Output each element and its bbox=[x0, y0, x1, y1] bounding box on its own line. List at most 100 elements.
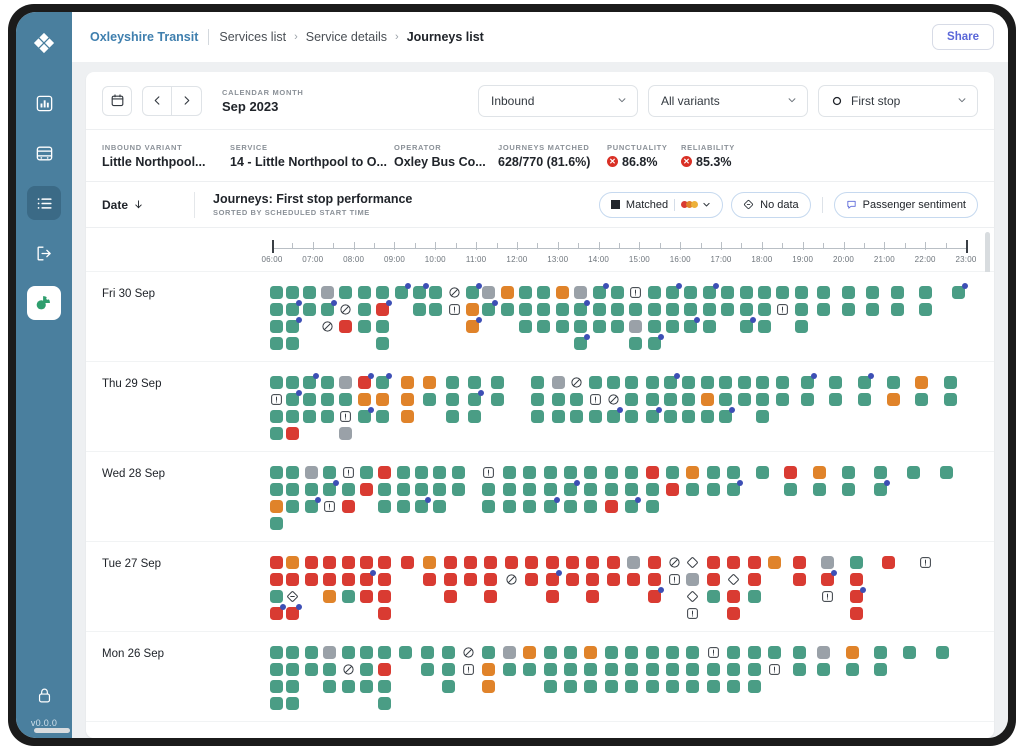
journey-marker[interactable] bbox=[625, 466, 639, 479]
journey-marker[interactable] bbox=[821, 556, 835, 569]
alert-square-icon[interactable] bbox=[323, 500, 336, 513]
journey-marker[interactable] bbox=[398, 646, 412, 659]
journey-marker[interactable] bbox=[482, 500, 496, 513]
journey-marker[interactable] bbox=[286, 390, 303, 406]
journey-marker[interactable] bbox=[551, 393, 565, 406]
no-data-circle-slash-icon[interactable] bbox=[339, 303, 352, 316]
journey-marker[interactable] bbox=[686, 573, 700, 586]
journey-marker[interactable] bbox=[684, 286, 698, 299]
journey-marker[interactable] bbox=[270, 646, 284, 659]
journey-marker[interactable] bbox=[423, 556, 437, 569]
app-logo-icon[interactable] bbox=[27, 26, 61, 60]
journey-marker[interactable] bbox=[482, 663, 496, 676]
no-data-diamond-icon[interactable] bbox=[686, 590, 699, 603]
journey-marker[interactable] bbox=[270, 376, 284, 389]
journey-marker[interactable] bbox=[645, 500, 659, 513]
journey-marker[interactable] bbox=[584, 646, 598, 659]
alert-square-icon[interactable] bbox=[462, 663, 475, 676]
no-data-circle-slash-icon[interactable] bbox=[321, 320, 334, 333]
journey-marker[interactable] bbox=[727, 556, 741, 569]
journey-marker[interactable] bbox=[719, 393, 733, 406]
journey-marker[interactable] bbox=[747, 573, 761, 586]
journey-marker[interactable] bbox=[376, 337, 390, 350]
journey-marker[interactable] bbox=[682, 410, 696, 423]
journey-marker[interactable] bbox=[574, 334, 591, 350]
no-data-circle-slash-icon[interactable] bbox=[570, 376, 583, 389]
journey-marker[interactable] bbox=[943, 393, 957, 406]
journey-marker[interactable] bbox=[666, 680, 680, 693]
journey-marker[interactable] bbox=[523, 483, 537, 496]
journey-marker[interactable] bbox=[874, 480, 891, 496]
journey-marker[interactable] bbox=[935, 646, 949, 659]
journey-marker[interactable] bbox=[737, 393, 751, 406]
journey-marker[interactable] bbox=[443, 590, 457, 603]
journey-marker[interactable] bbox=[666, 283, 683, 299]
journey-marker[interactable] bbox=[768, 646, 782, 659]
journey-marker[interactable] bbox=[400, 393, 414, 406]
journey-marker[interactable] bbox=[574, 286, 588, 299]
no-data-filter-pill[interactable]: No data bbox=[731, 191, 811, 218]
journey-marker[interactable] bbox=[792, 663, 806, 676]
journey-marker[interactable] bbox=[604, 500, 618, 513]
journey-marker[interactable] bbox=[270, 590, 284, 603]
journey-marker[interactable] bbox=[706, 573, 720, 586]
journey-marker[interactable] bbox=[519, 286, 533, 299]
journey-marker[interactable] bbox=[551, 376, 565, 389]
journey-marker[interactable] bbox=[270, 320, 284, 333]
no-data-circle-slash-icon[interactable] bbox=[342, 663, 355, 676]
journey-marker[interactable] bbox=[584, 663, 598, 676]
journey-marker[interactable] bbox=[341, 573, 355, 586]
journey-marker[interactable] bbox=[747, 646, 761, 659]
journey-marker[interactable] bbox=[625, 393, 639, 406]
journey-marker[interactable] bbox=[813, 466, 827, 479]
journey-marker[interactable] bbox=[359, 483, 373, 496]
journey-marker[interactable] bbox=[874, 646, 888, 659]
journey-marker[interactable] bbox=[504, 556, 518, 569]
journey-marker[interactable] bbox=[792, 556, 806, 569]
journey-marker[interactable] bbox=[412, 303, 426, 316]
journey-marker[interactable] bbox=[645, 663, 659, 676]
alert-square-icon[interactable] bbox=[821, 590, 834, 603]
journey-marker[interactable] bbox=[604, 646, 618, 659]
journey-marker[interactable] bbox=[755, 393, 769, 406]
calendar-icon[interactable] bbox=[102, 85, 132, 116]
journey-marker[interactable] bbox=[768, 556, 782, 569]
journey-marker[interactable] bbox=[574, 300, 591, 316]
journey-marker[interactable] bbox=[376, 320, 390, 333]
journey-marker[interactable] bbox=[545, 570, 562, 586]
alert-square-icon[interactable] bbox=[668, 573, 681, 586]
journey-marker[interactable] bbox=[502, 500, 516, 513]
journey-marker[interactable] bbox=[943, 376, 957, 389]
journey-marker[interactable] bbox=[531, 393, 545, 406]
journey-marker[interactable] bbox=[645, 407, 662, 423]
journey-marker[interactable] bbox=[606, 376, 620, 389]
journey-marker[interactable] bbox=[845, 663, 859, 676]
journey-marker[interactable] bbox=[270, 410, 284, 423]
journey-marker[interactable] bbox=[647, 556, 661, 569]
journey-marker[interactable] bbox=[359, 646, 373, 659]
journey-marker[interactable] bbox=[302, 286, 316, 299]
journey-marker[interactable] bbox=[270, 517, 284, 530]
journey-marker[interactable] bbox=[645, 483, 659, 496]
journey-marker[interactable] bbox=[270, 303, 284, 316]
journey-marker[interactable] bbox=[794, 303, 808, 316]
variants-select[interactable]: All variants bbox=[648, 84, 808, 117]
journey-marker[interactable] bbox=[647, 303, 661, 316]
journey-marker[interactable] bbox=[794, 286, 808, 299]
journey-marker[interactable] bbox=[468, 376, 482, 389]
journey-marker[interactable] bbox=[629, 303, 643, 316]
journey-marker[interactable] bbox=[874, 663, 888, 676]
journey-marker[interactable] bbox=[682, 376, 696, 389]
journey-marker[interactable] bbox=[286, 573, 300, 586]
journey-marker[interactable] bbox=[270, 500, 284, 513]
journey-marker[interactable] bbox=[666, 303, 680, 316]
journey-marker[interactable] bbox=[564, 663, 577, 676]
journey-marker[interactable] bbox=[415, 466, 428, 479]
journey-marker[interactable] bbox=[721, 286, 735, 299]
passenger-sentiment-pill[interactable]: Passenger sentiment bbox=[833, 191, 978, 218]
journey-marker[interactable] bbox=[849, 587, 866, 603]
journey-marker[interactable] bbox=[727, 646, 741, 659]
journey-marker[interactable] bbox=[629, 337, 643, 350]
journey-marker[interactable] bbox=[378, 680, 392, 693]
journey-marker[interactable] bbox=[939, 466, 953, 479]
